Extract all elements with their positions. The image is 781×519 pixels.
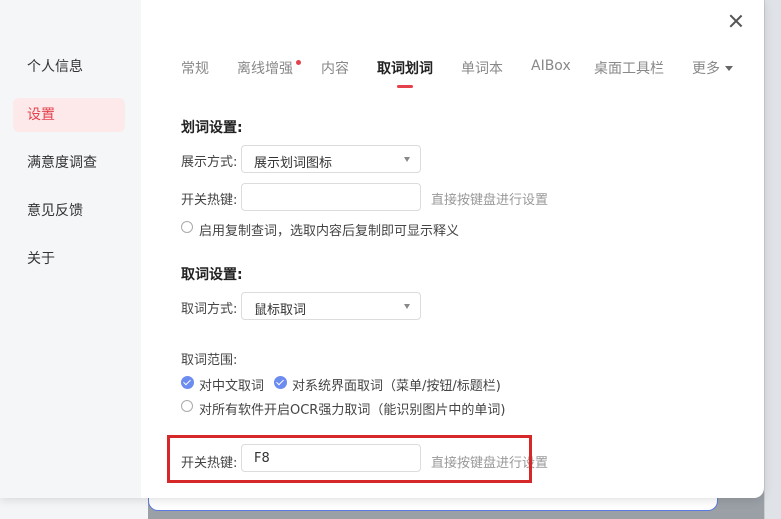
scope-system-ui-label: 对系统界面取词（菜单/按钮/标题栏) [292, 379, 501, 394]
sidebar-item-survey[interactable]: 满意度调查 [13, 146, 125, 180]
lookup-settings-title: 取词设置: [181, 267, 243, 283]
lookup-mode-value: 鼠标取词 [254, 303, 307, 318]
tab-word-lookup[interactable]: 取词划词 [377, 58, 433, 78]
display-mode-select[interactable]: 展示划词图标 [241, 145, 421, 173]
tab-desktop-toolbar[interactable]: 桌面工具栏 [594, 58, 664, 78]
tab-more[interactable]: 更多 [692, 58, 720, 78]
tab-wordbook[interactable]: 单词本 [461, 58, 503, 78]
sidebar-item-feedback[interactable]: 意见反馈 [13, 194, 125, 228]
tab-offline[interactable]: 离线增强 [237, 58, 293, 78]
highlight-hotkey-hint: 直接按键盘进行设置 [431, 193, 549, 208]
annotation-highlight-box [167, 435, 532, 483]
close-icon[interactable] [727, 12, 745, 30]
chevron-down-icon [725, 66, 733, 71]
caret-down-icon [404, 304, 410, 309]
sidebar-item-profile[interactable]: 个人信息 [13, 50, 125, 84]
caret-down-icon [404, 157, 410, 162]
tab-content[interactable]: 内容 [321, 58, 349, 78]
lookup-mode-select[interactable]: 鼠标取词 [241, 292, 421, 320]
sidebar-item-about[interactable]: 关于 [13, 242, 125, 276]
backdrop [764, 0, 781, 519]
tab-aibox[interactable]: AIBox [531, 58, 571, 74]
lookup-scope-label: 取词范围: [181, 353, 238, 368]
checked-icon[interactable] [274, 376, 287, 389]
backdrop-input-box [148, 496, 718, 511]
highlight-settings-title: 划词设置: [181, 120, 243, 136]
scope-chinese-label: 对中文取词 [199, 379, 265, 394]
display-mode-label: 展示方式: [181, 155, 238, 170]
backdrop-divider [764, 0, 765, 519]
display-mode-value: 展示划词图标 [254, 156, 333, 171]
tab-general[interactable]: 常规 [181, 58, 209, 78]
scope-ocr-label: 对所有软件开启OCR强力取词（能识别图片中的单词) [199, 403, 506, 418]
copy-lookup-radio[interactable] [181, 221, 193, 233]
highlight-hotkey-label: 开关热键: [181, 193, 238, 208]
lookup-mode-label: 取词方式: [181, 302, 238, 317]
copy-lookup-label: 启用复制查词，选取内容后复制即可显示释义 [199, 224, 460, 239]
settings-dialog: 个人信息 设置 满意度调查 意见反馈 关于 常规 离线增强 内容 取词划词 单词… [0, 0, 764, 498]
backdrop-panel [0, 497, 148, 519]
checked-icon[interactable] [181, 376, 194, 389]
sidebar: 个人信息 设置 满意度调查 意见反馈 关于 [0, 0, 141, 498]
scope-ocr-radio[interactable] [181, 400, 193, 412]
new-badge-dot [296, 60, 301, 65]
highlight-hotkey-input[interactable] [241, 183, 421, 211]
active-tab-indicator [397, 85, 413, 88]
sidebar-item-settings[interactable]: 设置 [13, 98, 125, 132]
